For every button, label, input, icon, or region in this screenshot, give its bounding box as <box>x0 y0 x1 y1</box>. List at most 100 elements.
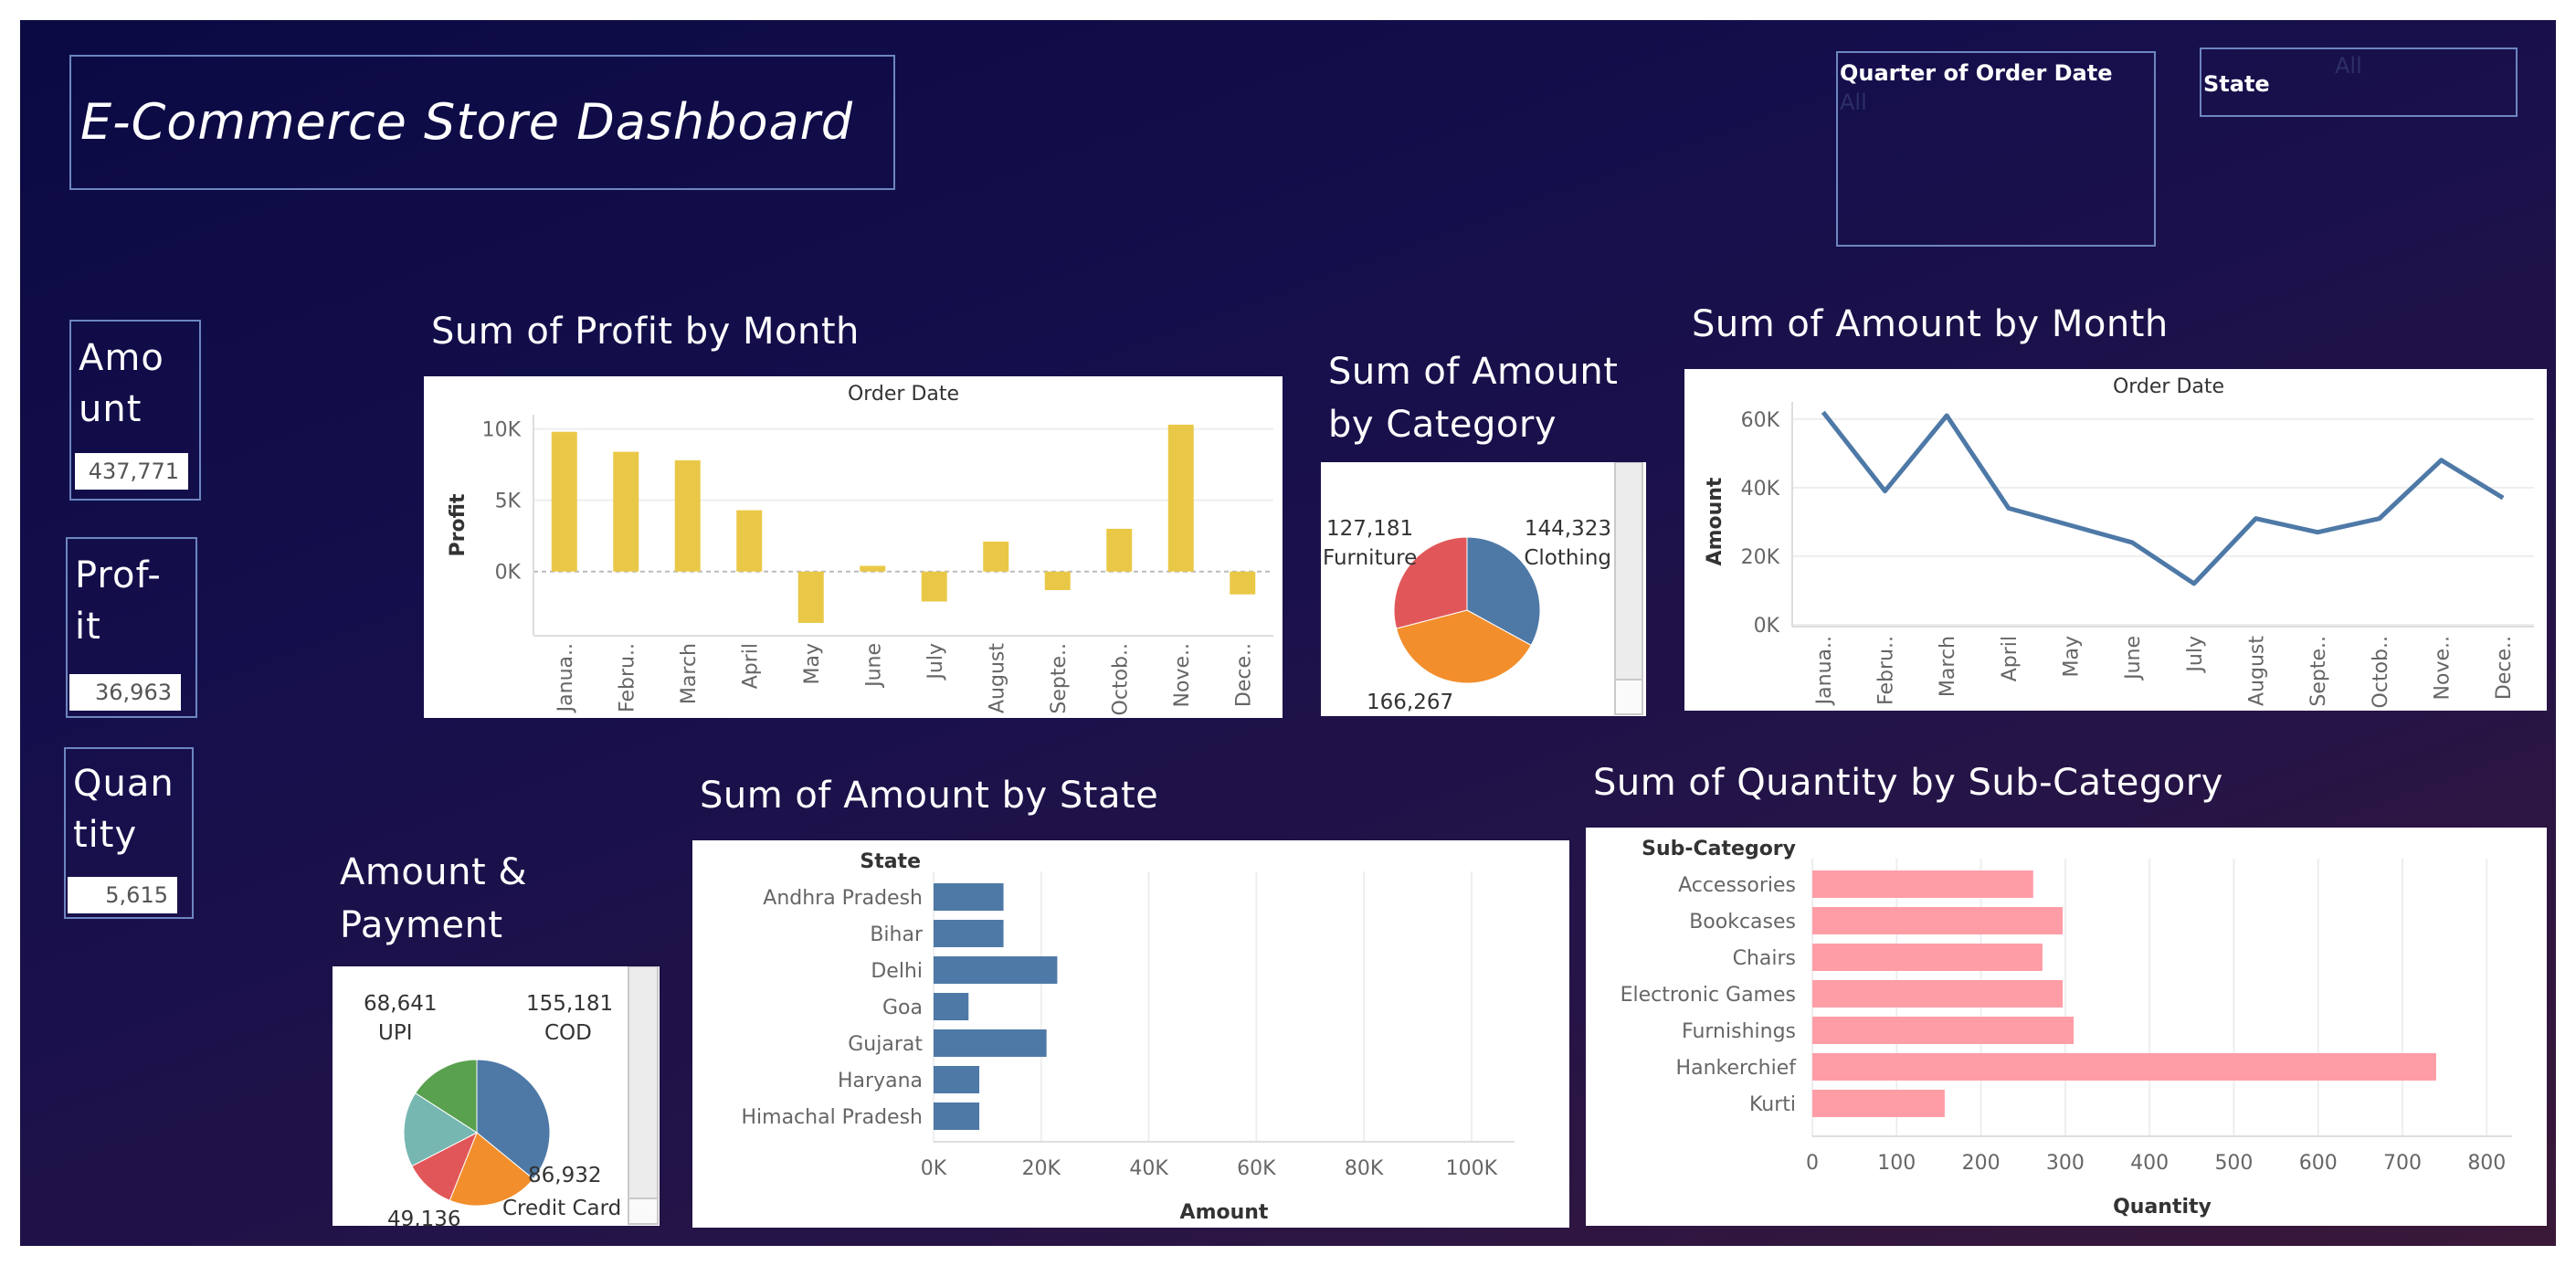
y-tick-label: 0K <box>495 562 522 585</box>
amount-payment-chart: 155,181 COD 86,932 Credit Card 49,136 68,641 U… <box>364 966 659 1226</box>
filter-state-value[interactable]: All <box>2335 53 2362 79</box>
y-axis-label: Amount <box>1704 477 1726 565</box>
profit-by-month-title: Sum of Profit by Month <box>431 311 860 353</box>
bar <box>1106 528 1133 572</box>
x-tick-label: Octob.. <box>2370 636 2392 708</box>
x-tick-label: Dece.. <box>1232 643 1255 707</box>
x-tick-label: 60K <box>1237 1157 1276 1180</box>
x-tick-label: Janua.. <box>1813 636 1836 706</box>
y-tick-label: 40K <box>1741 478 1780 501</box>
x-tick-label: 0K <box>921 1157 947 1180</box>
x-tick-label: July <box>2184 636 2207 674</box>
scrollbar-thumb <box>1614 462 1643 680</box>
amount-by-month-card: Order Date Amount 60K 40K 20K 0K Janua.. Febru.… <box>1684 369 2547 711</box>
amount-by-state-card: State 0K 20K 40K 60K 80K 100K Amount Andhra Prad… <box>692 840 1569 1228</box>
filter-quarter[interactable]: Quarter of Order Date All <box>1836 51 2156 247</box>
bar <box>1812 980 2064 1008</box>
x-tick-label: Septe.. <box>2307 636 2330 707</box>
x-tick-label: Nove.. <box>1171 643 1194 707</box>
pie-value-label: 86,932 <box>528 1164 601 1187</box>
x-tick-label: 100K <box>1446 1157 1498 1180</box>
bar <box>1230 571 1256 595</box>
dashboard: E-Commerce Store Dashboard Quarter of Or… <box>20 20 2556 1246</box>
y-tick-label: Furnishings <box>1682 1020 1796 1043</box>
bar <box>860 565 886 572</box>
x-tick-label: 200 <box>1962 1152 2001 1175</box>
kpi-quantity: Quan tity 5,615 <box>64 747 194 919</box>
pie-value-label: 68,641 <box>364 992 437 1016</box>
x-tick-label: June <box>2122 636 2145 681</box>
y-tick-label: Himachal Pradesh <box>741 1106 923 1129</box>
kpi-profit-value: 36,963 <box>69 674 181 711</box>
y-tick-label: 60K <box>1741 409 1780 432</box>
y-tick-label: Chairs <box>1733 947 1796 970</box>
bar <box>1812 1017 2075 1044</box>
x-tick-label: Dece.. <box>2493 636 2516 700</box>
x-tick-label: 100 <box>1877 1152 1916 1175</box>
bar <box>983 541 1009 572</box>
amount-by-month-title: Sum of Amount by Month <box>1692 303 2169 345</box>
bar <box>1812 1090 1945 1117</box>
quantity-by-subcategory-title: Sum of Quantity by Sub-Category <box>1593 762 2223 804</box>
filter-quarter-label: Quarter of Order Date <box>1840 60 2113 86</box>
pie-category-label: UPI <box>378 1021 413 1045</box>
x-tick-label: 700 <box>2383 1152 2422 1175</box>
x-tick-label: Octob.. <box>1109 643 1132 715</box>
amount-by-category-title: Sum of Amount by Category <box>1328 351 1619 446</box>
bar <box>934 1029 1047 1057</box>
dimension-header: State <box>860 850 921 873</box>
series-line <box>1821 410 2505 586</box>
amount-payment-card: 155,181 COD 86,932 Credit Card 49,136 68,641 U… <box>333 966 660 1226</box>
x-header: Order Date <box>2113 375 2224 398</box>
y-tick-label: 5K <box>495 491 522 513</box>
y-tick-label: Kurti <box>1749 1093 1796 1116</box>
pie-category-label: Furniture <box>1323 546 1417 570</box>
amount-payment-title: Amount & Payment <box>340 851 528 946</box>
bar <box>921 571 947 602</box>
y-tick-label: Delhi <box>871 960 923 983</box>
bar <box>1812 1053 2436 1081</box>
y-tick-label: Gujarat <box>848 1033 923 1056</box>
dashboard-title: E-Commerce Store Dashboard <box>80 93 854 151</box>
filter-state[interactable]: State All <box>2200 47 2518 117</box>
kpi-quantity-label: Quan tity <box>73 763 174 856</box>
dimension-header: Sub-Category <box>1642 838 1796 860</box>
x-axis-label: Amount <box>1180 1201 1269 1224</box>
x-tick-label: 40K <box>1129 1157 1168 1180</box>
x-tick-label: Janua.. <box>554 643 577 713</box>
bar <box>1812 870 2033 898</box>
quantity-by-subcategory-card: Sub-Category 0 100 200 300 400 500 600 700 800 Qua… <box>1586 828 2547 1226</box>
bar <box>674 459 701 572</box>
kpi-amount: Amo unt 437,771 <box>69 320 201 501</box>
profit-by-month-card: Order Date Profit 10K 5K 0K Janua.. Febru.. Mar… <box>424 376 1283 718</box>
y-tick-label: Bihar <box>870 923 924 946</box>
y-tick-label: 10K <box>482 419 522 442</box>
bar <box>736 510 763 572</box>
y-tick-label: Goa <box>882 997 923 1019</box>
pie-value-label: 166,267 <box>1367 691 1453 714</box>
pie-category-label: Clothing <box>1524 546 1611 570</box>
x-tick-label: Febru.. <box>1875 636 1898 705</box>
bar <box>1167 424 1194 572</box>
filter-quarter-value[interactable]: All <box>1840 90 1867 115</box>
y-tick-label: 0K <box>1754 615 1780 638</box>
bar <box>797 571 824 623</box>
x-tick-label: June <box>862 643 885 689</box>
amount-by-category-chart: 144,323 Clothing 166,267 127,181 Furniture <box>1323 462 1643 715</box>
kpi-profit-label: Prof- it <box>75 554 162 648</box>
x-tick-label: 80K <box>1345 1157 1384 1180</box>
x-tick-label: 500 <box>2214 1152 2253 1175</box>
x-tick-label: 800 <box>2467 1152 2506 1175</box>
bar <box>934 956 1058 984</box>
kpi-quantity-value: 5,615 <box>68 877 177 913</box>
y-tick-label: Andhra Pradesh <box>763 887 923 910</box>
bar <box>934 1066 980 1093</box>
pie-value-label: 144,323 <box>1525 517 1611 541</box>
x-tick-label: Febru.. <box>616 643 639 712</box>
x-tick-label: May <box>2061 636 2084 677</box>
x-tick-label: March <box>678 643 701 704</box>
pie-value-label: 155,181 <box>526 992 613 1016</box>
x-axis-label: Quantity <box>2113 1196 2212 1219</box>
x-tick-label: Nove.. <box>2432 636 2455 700</box>
kpi-amount-label: Amo unt <box>79 337 164 430</box>
